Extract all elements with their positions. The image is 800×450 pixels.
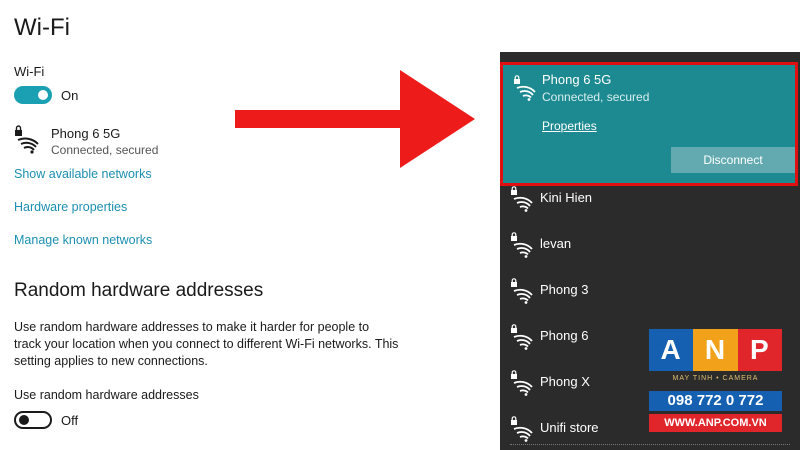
network-item[interactable]: Kini Hien: [500, 176, 800, 220]
current-network-name: Phong 6 5G: [51, 126, 121, 141]
flyout-bottom-divider: [510, 444, 790, 450]
disconnect-button[interactable]: Disconnect: [671, 147, 795, 173]
wifi-secured-icon: [511, 232, 533, 258]
selected-network-card[interactable]: Phong 6 5G Connected, secured Properties…: [500, 62, 798, 186]
hardware-properties-link[interactable]: Hardware properties: [14, 200, 127, 214]
random-addresses-heading: Random hardware addresses: [14, 280, 264, 301]
wifi-secured-icon: [511, 416, 533, 442]
network-item[interactable]: Phong 3: [500, 268, 800, 312]
selected-network-status: Connected, secured: [542, 90, 650, 104]
wifi-secured-icon: [15, 125, 39, 154]
manage-known-networks-link[interactable]: Manage known networks: [14, 233, 152, 247]
network-item[interactable]: levan: [500, 222, 800, 266]
random-addresses-toggle-label: Use random hardware addresses: [14, 388, 199, 402]
wifi-secured-icon: [511, 324, 533, 350]
network-item-label: Phong 3: [540, 282, 589, 297]
show-available-networks-link[interactable]: Show available networks: [14, 167, 152, 181]
network-item-label: Kini Hien: [540, 190, 593, 205]
wifi-secured-icon: [511, 278, 533, 304]
wifi-toggle[interactable]: [14, 86, 52, 104]
logo-letter-a: A: [649, 329, 694, 371]
current-network-status: Connected, secured: [51, 143, 159, 157]
random-addresses-toggle-state: Off: [61, 413, 79, 428]
wifi-toggle-state: On: [61, 88, 79, 103]
logo-letter-p: P: [737, 329, 782, 371]
toggle-knob: [38, 90, 48, 100]
random-addresses-description: Use random hardware addresses to make it…: [14, 320, 399, 368]
wifi-secured-icon: [511, 186, 533, 212]
network-item-label: Unifi store: [540, 420, 599, 435]
logo-tagline: MAY TINH • CAMERA: [672, 375, 759, 382]
anp-watermark-logo: A N P MAY TINH • CAMERA 098 772 0 772 WW…: [649, 329, 782, 434]
logo-phone: 098 772 0 772: [649, 391, 782, 411]
logo-url: WWW.ANP.COM.VN: [649, 414, 782, 432]
wifi-label: Wi-Fi: [14, 64, 45, 79]
selected-network-name: Phong 6 5G: [542, 72, 612, 87]
wifi-secured-icon: [511, 370, 533, 396]
network-item-label: Phong 6: [540, 328, 589, 343]
network-item-label: levan: [540, 236, 572, 251]
page-title: Wi-Fi: [14, 14, 70, 41]
toggle-knob: [19, 415, 29, 425]
wifi-secured-icon: [514, 75, 536, 101]
red-arrow-icon: [235, 70, 475, 168]
logo-letter-n: N: [693, 329, 738, 371]
random-addresses-toggle[interactable]: [14, 411, 52, 429]
logo-letter-blocks: A N P: [649, 329, 782, 371]
network-item-label: Phong X: [540, 374, 590, 389]
properties-link[interactable]: Properties: [542, 119, 597, 133]
